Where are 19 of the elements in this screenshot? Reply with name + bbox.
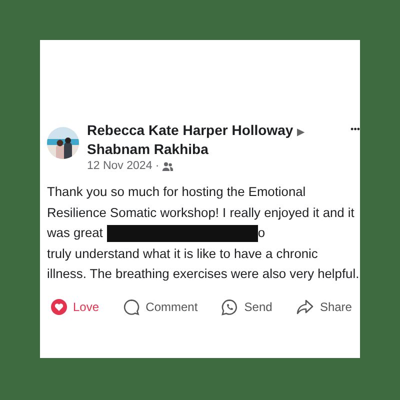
post-text: was great (47, 224, 103, 242)
author-name[interactable]: Rebecca Kate Harper Holloway (87, 122, 294, 138)
love-button[interactable]: Love (51, 298, 100, 316)
post-text: illness. The breathing exercises were also very helpful. (47, 265, 360, 283)
post-text: Resilience Somatic workshop! I really enjoyed it and it (47, 204, 354, 222)
whatsapp-icon (221, 298, 238, 316)
post-date: 12 Nov 2024 · (87, 160, 160, 172)
friends-icon (162, 162, 174, 170)
recipient-name[interactable]: Shabnam Rakhiba (87, 141, 208, 157)
post-text: truly understand what it is like to have a chronic (47, 244, 318, 263)
post-text: Thank you so much for hosting the Emotional (47, 183, 306, 201)
share-arrow-icon (296, 299, 314, 315)
post-text: o (258, 224, 266, 242)
speech-bubble-icon (122, 298, 140, 316)
comment-button[interactable]: Comment (122, 298, 198, 316)
send-button[interactable]: Send (221, 298, 272, 316)
share-button[interactable]: Share (296, 298, 352, 316)
arrow-glyph: ▶ (297, 127, 306, 138)
more-options-button[interactable]: ••• (350, 124, 360, 134)
